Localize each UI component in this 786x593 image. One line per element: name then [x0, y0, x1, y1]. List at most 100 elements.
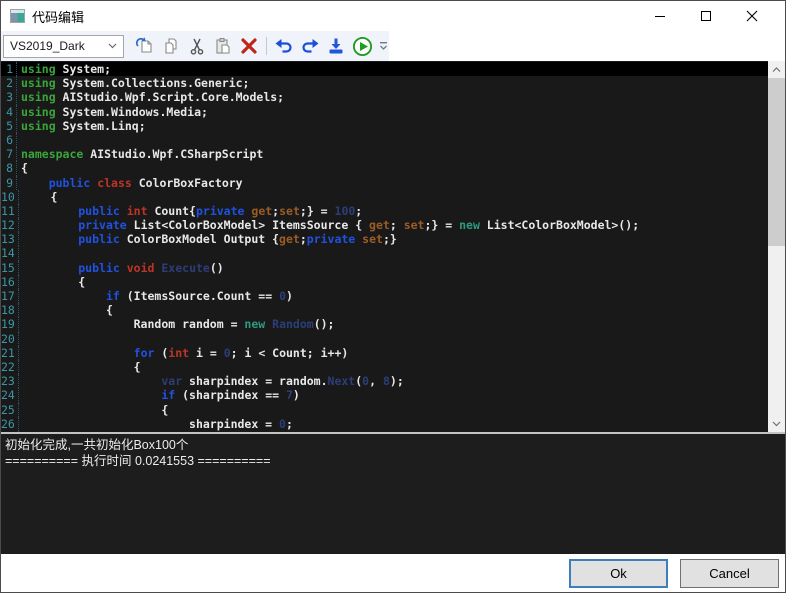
line-number: 27 — [1, 431, 19, 432]
toolbar-separator — [266, 37, 267, 55]
code-line[interactable]: 16 { — [1, 275, 768, 289]
code-line[interactable]: 4using System.Windows.Media; — [1, 105, 768, 119]
close-icon — [746, 10, 758, 22]
copy-button[interactable] — [159, 34, 183, 59]
code-line[interactable]: 14 — [1, 246, 768, 260]
window-title: 代码编辑 — [32, 7, 84, 26]
code-line[interactable]: 6 — [1, 133, 768, 147]
footer: Ok Cancel — [1, 554, 785, 592]
close-button[interactable] — [729, 1, 775, 31]
code-line[interactable]: 22 { — [1, 360, 768, 374]
line-number: 19 — [1, 317, 19, 331]
paste-button[interactable] — [211, 34, 235, 59]
chevron-down-icon — [772, 421, 781, 427]
delete-button[interactable] — [237, 34, 261, 59]
line-number: 11 — [1, 204, 19, 218]
code-text: if (ItemsSource.Count == 0) — [19, 289, 293, 303]
code-text: private List<ColorBoxModel> ItemsSource … — [19, 218, 639, 232]
code-text: using System; — [17, 62, 111, 76]
undo-button[interactable] — [272, 34, 296, 59]
cancel-button[interactable]: Cancel — [680, 559, 779, 588]
maximize-button[interactable] — [683, 1, 729, 31]
code-line[interactable]: 18 { — [1, 303, 768, 317]
code-text: public ColorBoxModel Output {get;private… — [19, 232, 397, 246]
toolbar-overflow-button[interactable] — [377, 34, 389, 59]
code-text — [19, 246, 23, 260]
output-line: ========== 执行时间 0.0241553 ========== — [5, 453, 785, 469]
code-editor[interactable]: 1using System;2using System.Collections.… — [1, 61, 785, 434]
code-text: public int Count{private get;set;} = 100… — [19, 204, 362, 218]
code-line[interactable]: 20 — [1, 332, 768, 346]
minimize-button[interactable] — [637, 1, 683, 31]
cut-icon — [187, 36, 207, 56]
code-text: using AIStudio.Wpf.Script.Core.Models; — [17, 90, 284, 104]
code-line[interactable]: 23 var sharpindex = random.Next(0, 8); — [1, 374, 768, 388]
titlebar: 代码编辑 — [1, 1, 785, 31]
cut-button[interactable] — [185, 34, 209, 59]
code-line[interactable]: 13 public ColorBoxModel Output {get;priv… — [1, 232, 768, 246]
line-number: 14 — [1, 246, 19, 260]
line-number: 13 — [1, 232, 19, 246]
code-line[interactable]: 24 if (sharpindex == 7) — [1, 388, 768, 402]
line-number: 21 — [1, 346, 19, 360]
reset-icon — [135, 36, 155, 56]
line-number: 8 — [1, 161, 17, 175]
output-line: 初始化完成,一共初始化Box100个 — [5, 437, 785, 453]
line-number: 2 — [1, 76, 17, 90]
code-line[interactable]: 25 { — [1, 403, 768, 417]
line-number: 25 — [1, 403, 19, 417]
code-line[interactable]: 5using System.Linq; — [1, 119, 768, 133]
code-line[interactable]: 1using System; — [1, 62, 768, 76]
redo-icon — [300, 36, 320, 56]
app-icon — [10, 9, 25, 23]
code-lines: 1using System;2using System.Collections.… — [1, 62, 768, 432]
code-text: namespace AIStudio.Wpf.CSharpScript — [17, 147, 263, 161]
code-line[interactable]: 3using AIStudio.Wpf.Script.Core.Models; — [1, 90, 768, 104]
code-text: using System.Windows.Media; — [17, 105, 208, 119]
code-line[interactable]: 27 } — [1, 431, 768, 432]
code-line[interactable]: 15 public void Execute() — [1, 261, 768, 275]
code-line[interactable]: 10 { — [1, 190, 768, 204]
ok-button[interactable]: Ok — [569, 559, 668, 588]
code-line[interactable]: 26 sharpindex = 0; — [1, 417, 768, 431]
code-text: { — [19, 360, 141, 374]
code-text: { — [19, 275, 85, 289]
line-number: 20 — [1, 332, 19, 346]
redo-button[interactable] — [298, 34, 322, 59]
delete-icon — [240, 37, 258, 55]
scroll-down-button[interactable] — [768, 415, 785, 432]
save-icon — [326, 36, 346, 56]
code-line[interactable]: 8{ — [1, 161, 768, 175]
code-line[interactable]: 21 for (int i = 0; i < Count; i++) — [1, 346, 768, 360]
reset-button[interactable] — [133, 34, 157, 59]
theme-selector[interactable]: VS2019_Dark — [3, 35, 124, 58]
line-number: 23 — [1, 374, 19, 388]
line-number: 24 — [1, 388, 19, 402]
scrollbar-thumb[interactable] — [768, 78, 785, 246]
code-line[interactable]: 7namespace AIStudio.Wpf.CSharpScript — [1, 147, 768, 161]
scroll-up-button[interactable] — [768, 61, 785, 78]
code-text: { — [17, 161, 28, 175]
maximize-icon — [700, 10, 712, 22]
scrollbar-track[interactable] — [768, 78, 785, 415]
code-text: public class ColorBoxFactory — [17, 176, 243, 190]
line-number: 1 — [1, 62, 17, 76]
save-button[interactable] — [324, 34, 348, 59]
line-number: 6 — [1, 133, 17, 147]
code-text: using System.Collections.Generic; — [17, 76, 250, 90]
code-line[interactable]: 12 private List<ColorBoxModel> ItemsSour… — [1, 218, 768, 232]
code-text: { — [19, 190, 58, 204]
minimize-icon — [654, 10, 666, 22]
run-button[interactable] — [350, 34, 374, 59]
window-controls — [637, 1, 785, 31]
code-line[interactable]: 19 Random random = new Random(); — [1, 317, 768, 331]
line-number: 26 — [1, 417, 19, 431]
code-line[interactable]: 17 if (ItemsSource.Count == 0) — [1, 289, 768, 303]
code-text: } — [19, 431, 168, 432]
code-text: sharpindex = 0; — [19, 417, 293, 431]
vertical-scrollbar[interactable] — [768, 61, 785, 432]
code-line[interactable]: 2using System.Collections.Generic; — [1, 76, 768, 90]
code-text: using System.Linq; — [17, 119, 146, 133]
code-line[interactable]: 9 public class ColorBoxFactory — [1, 176, 768, 190]
code-line[interactable]: 11 public int Count{private get;set;} = … — [1, 204, 768, 218]
